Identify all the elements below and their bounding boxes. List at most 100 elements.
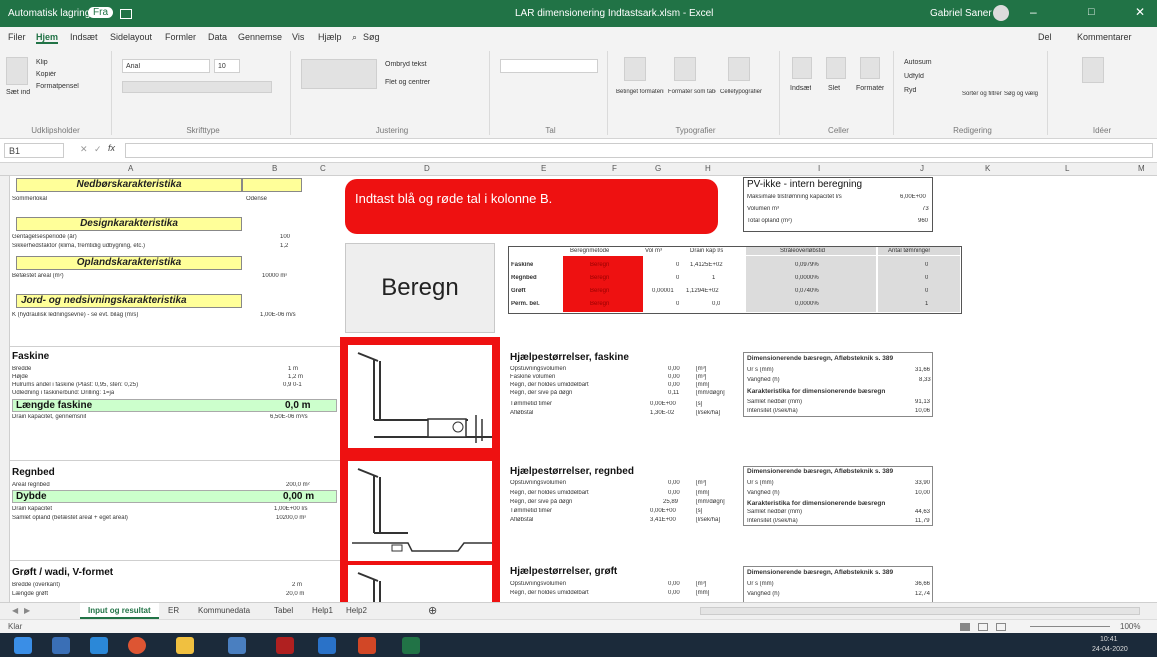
format-table-button[interactable]: Formatér som tabel [668,89,716,95]
app-icon[interactable] [228,637,246,654]
taskbar-date[interactable]: 24-04-2020 [1092,646,1128,653]
powerpoint-icon[interactable] [358,637,376,654]
sheet-tab-help2[interactable]: Help2 [346,606,367,615]
ideas-icon[interactable] [1082,57,1104,83]
grøft-row-2-value[interactable]: 20,0 m [286,591,304,597]
save-icon[interactable] [120,9,132,19]
col-e[interactable]: E [541,164,546,173]
share-button[interactable]: Del [1038,32,1052,42]
col-l[interactable]: L [1065,164,1069,173]
format-painter-button[interactable]: Formatpensel [36,83,79,90]
jord-row-value[interactable]: 1,00E-06 m/s [260,312,296,318]
wrap-text-button[interactable]: Ombryd tekst [385,61,427,68]
col-b[interactable]: B [272,164,277,173]
design-row-2-value[interactable]: 1,2 [280,243,288,249]
tab-insert[interactable]: Indsæt [70,32,98,42]
zoom-level[interactable]: 100% [1120,622,1140,631]
sheet-tab-tabel[interactable]: Tabel [274,606,293,615]
page-break-icon[interactable] [996,623,1006,631]
design-row-1-value[interactable]: 100 [280,234,290,240]
close-icon[interactable]: ✕ [1135,5,1145,19]
calc-row-2-button[interactable]: Beregn [590,275,609,281]
pdf-icon[interactable] [276,637,294,654]
tab-view[interactable]: Vis [292,32,304,42]
calc-row-1-button[interactable]: Beregn [590,262,609,268]
paste-icon[interactable] [6,57,28,85]
nedbor-row-value[interactable]: Odense [246,196,267,202]
edge-icon[interactable] [90,637,108,654]
sheet-tab-kommunedata[interactable]: Kommunedata [198,606,250,615]
insert-cells-button[interactable]: Indsæt [790,85,811,92]
tab-data[interactable]: Data [208,32,227,42]
avatar[interactable] [993,5,1009,21]
col-f[interactable]: F [612,164,617,173]
col-i[interactable]: I [818,164,820,173]
zoom-slider[interactable] [1030,626,1110,627]
regnbed-row-1-value[interactable]: 200,0 m² [286,482,310,488]
copy-button[interactable]: Kopiér [36,71,56,78]
insert-cells-icon[interactable] [792,57,812,79]
col-a[interactable]: A [128,164,133,173]
start-icon[interactable] [14,637,32,654]
prev-sheet-icon[interactable]: ◀ [12,606,18,615]
add-sheet-icon[interactable]: ⊕ [428,604,437,617]
name-box[interactable]: B1 [4,143,64,158]
grøft-row-1-value[interactable]: 2 m [292,582,302,588]
minimize-icon[interactable]: – [1030,5,1037,19]
faskine-row-3-value[interactable]: 0,9 0-1 [283,382,302,388]
faskine-row-1-value[interactable]: 1 m [288,366,298,372]
function-icon[interactable]: fx [108,143,115,153]
tab-page-layout[interactable]: Sidelayout [110,32,152,42]
faskine-drain-value[interactable]: 6,50E-06 m³/s [270,414,308,420]
faskine-row-2-value[interactable]: 1,2 m [288,374,303,380]
align-buttons[interactable] [301,59,377,89]
format-cells-icon[interactable] [860,57,880,79]
regnbed-opland-value[interactable]: 10200,0 m² [276,515,306,521]
beregn-button[interactable]: Beregn [345,243,495,333]
paste-button[interactable]: Sæt ind [6,89,30,96]
col-m[interactable]: M [1138,164,1145,173]
skype-icon[interactable] [52,637,70,654]
col-d[interactable]: D [424,164,430,173]
cell-styles-icon[interactable] [728,57,750,81]
sheet-tab-er[interactable]: ER [168,606,179,615]
sheet-tab-help1[interactable]: Help1 [312,606,333,615]
cancel-icon[interactable]: ✕ [80,144,88,155]
normal-view-icon[interactable] [960,623,970,631]
autosum-button[interactable]: Autosum [904,59,932,66]
conditional-format-button[interactable]: Betinget formatering [616,89,664,95]
chrome-icon[interactable] [128,637,146,654]
font-name-input[interactable]: Arial [122,59,210,73]
regnbed-drain-value[interactable]: 1,00E+00 l/s [274,506,308,512]
tab-review[interactable]: Gennemse [238,32,282,42]
autosave-toggle[interactable]: Fra [88,7,113,18]
col-h[interactable]: H [705,164,711,173]
opland-row-value[interactable]: 10000 m² [262,273,287,279]
format-cells-button[interactable]: Formatér [856,85,884,92]
nedbor-header-value[interactable] [242,178,302,192]
tab-formulas[interactable]: Formler [165,32,196,42]
find-select-button[interactable]: Søg og vælg [1004,91,1044,97]
tell-me-search[interactable]: Søg [363,32,380,42]
row-headers[interactable] [0,176,10,602]
col-k[interactable]: K [985,164,990,173]
next-sheet-icon[interactable]: ▶ [24,606,30,615]
enter-icon[interactable]: ✓ [94,144,102,155]
cut-button[interactable]: Klip [36,59,48,66]
tab-home[interactable]: Hjem [36,32,59,44]
conditional-format-icon[interactable] [624,57,646,81]
delete-cells-icon[interactable] [826,57,846,79]
format-table-icon[interactable] [674,57,696,81]
col-g[interactable]: G [655,164,661,173]
outlook-icon[interactable] [318,637,336,654]
maximize-icon[interactable]: □ [1088,6,1095,18]
search-icon[interactable]: ⌕ [352,32,357,43]
clear-button[interactable]: Ryd [904,87,916,94]
formula-input[interactable] [125,143,1153,158]
tab-help[interactable]: Hjælp [318,32,342,42]
calc-row-4-button[interactable]: Beregn [590,301,609,307]
explorer-icon[interactable] [176,637,194,654]
comments-button[interactable]: Kommentarer [1077,32,1132,42]
sheet-tab-input[interactable]: Input og resultat [80,603,159,619]
horizontal-scrollbar[interactable] [700,607,1140,615]
